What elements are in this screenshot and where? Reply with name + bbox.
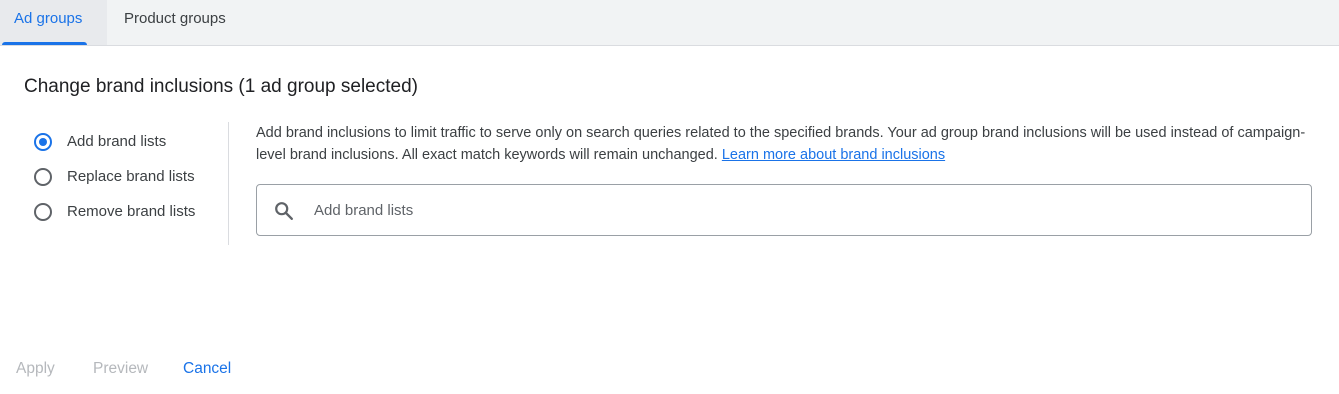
radio-option-replace-brand-lists[interactable]: Replace brand lists — [34, 167, 224, 202]
vertical-divider — [228, 122, 229, 245]
radio-button[interactable] — [34, 168, 52, 186]
brand-list-action-radio-group: Add brand lists Replace brand lists Remo… — [34, 132, 224, 237]
page-title: Change brand inclusions (1 ad group sele… — [24, 76, 418, 97]
apply-button[interactable]: Apply — [16, 359, 55, 379]
search-input[interactable] — [314, 197, 1294, 223]
radio-option-remove-brand-lists[interactable]: Remove brand lists — [34, 202, 224, 237]
tab-product-groups[interactable]: Product groups — [110, 0, 250, 45]
tab-bar: Ad groups Product groups — [0, 0, 1339, 46]
radio-label: Replace brand lists — [67, 168, 195, 185]
radio-label: Remove brand lists — [67, 203, 196, 220]
radio-option-add-brand-lists[interactable]: Add brand lists — [34, 132, 224, 167]
radio-button-checked[interactable] — [34, 133, 52, 151]
preview-button[interactable]: Preview — [93, 359, 148, 379]
radio-button[interactable] — [34, 203, 52, 221]
tab-ad-groups[interactable]: Ad groups — [0, 0, 107, 45]
search-icon — [275, 202, 293, 220]
description-text: Add brand inclusions to limit traffic to… — [256, 122, 1316, 166]
cancel-button[interactable]: Cancel — [183, 359, 231, 379]
brand-list-search-box[interactable] — [256, 184, 1312, 236]
radio-label: Add brand lists — [67, 133, 167, 150]
learn-more-link[interactable]: Learn more about brand inclusions — [722, 147, 945, 163]
